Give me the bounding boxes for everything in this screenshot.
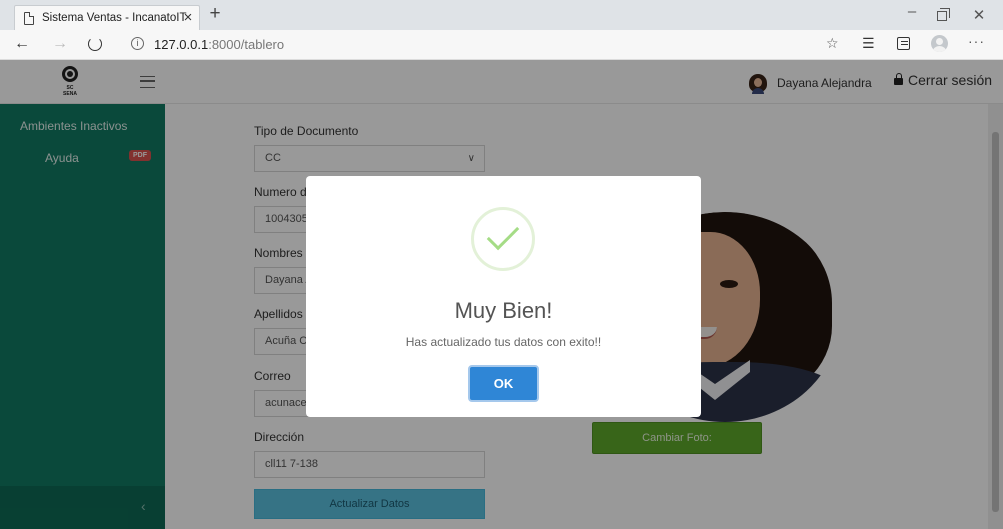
favorites-list-icon[interactable]: ☰ [862,35,875,52]
dialog-message: Has actualizado tus datos con exito!! [405,335,602,349]
browser-tab-bar: Sistema Ventas - IncanatoIT × + – ✕ [0,0,1003,30]
url-host: 127.0.0.1 [154,37,209,52]
window-close-icon[interactable]: ✕ [970,6,988,24]
page-icon [24,12,34,25]
reload-icon[interactable] [88,37,102,51]
minimize-icon[interactable]: – [903,3,921,20]
success-dialog: Muy Bien! Has actualizado tus datos con … [306,176,701,417]
dialog-title: Muy Bien! [454,298,553,323]
tab-title: Sistema Ventas - IncanatoIT [42,12,187,24]
more-options-icon[interactable]: ··· [968,33,985,49]
site-info-icon[interactable]: i [131,37,144,50]
success-check-icon [471,207,535,271]
profile-icon[interactable] [931,35,948,52]
collections-icon[interactable] [897,37,910,50]
checkmark [486,217,520,251]
forward-icon[interactable]: → [52,35,68,53]
favorite-star-icon[interactable]: ☆ [826,35,839,52]
browser-nav-bar: ← → i 127.0.0.1:8000/tablero ☆ ☰ ··· [0,30,1003,60]
address-bar[interactable]: 127.0.0.1:8000/tablero [154,37,284,52]
new-tab-icon[interactable]: + [206,3,224,25]
browser-tab[interactable]: Sistema Ventas - IncanatoIT × [14,5,200,30]
restore-icon[interactable] [937,8,950,21]
ok-button[interactable]: OK [468,365,539,402]
url-path: :8000/tablero [208,37,285,52]
back-icon[interactable]: ← [14,35,30,53]
close-tab-icon[interactable]: × [181,9,195,26]
